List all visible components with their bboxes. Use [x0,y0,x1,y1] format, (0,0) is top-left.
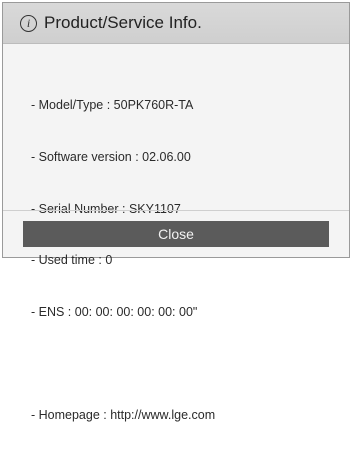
product-info-dialog: i Product/Service Info. - Model/Type : 5… [2,2,350,422]
close-button[interactable]: Close [23,221,329,247]
info-icon: i [20,14,37,32]
info-content: - Model/Type : 50PK760R-TA - Software ve… [31,63,215,459]
dialog-title: Product/Service Info. [44,13,202,32]
used-time-line: - Used time : 0 [31,253,113,268]
ens-line: - ENS : 00: 00: 00: 00: 00: 00" [31,304,198,319]
homepage-line: - Homepage : http://www.lge.com [31,407,216,422]
divider [3,210,349,211]
software-version-line: - Software version : 02.06.00 [31,150,191,164]
dialog-title-bar: i Product/Service Info. [3,3,349,44]
model-type-line: - Model/Type : 50PK760R-TA [31,98,194,113]
